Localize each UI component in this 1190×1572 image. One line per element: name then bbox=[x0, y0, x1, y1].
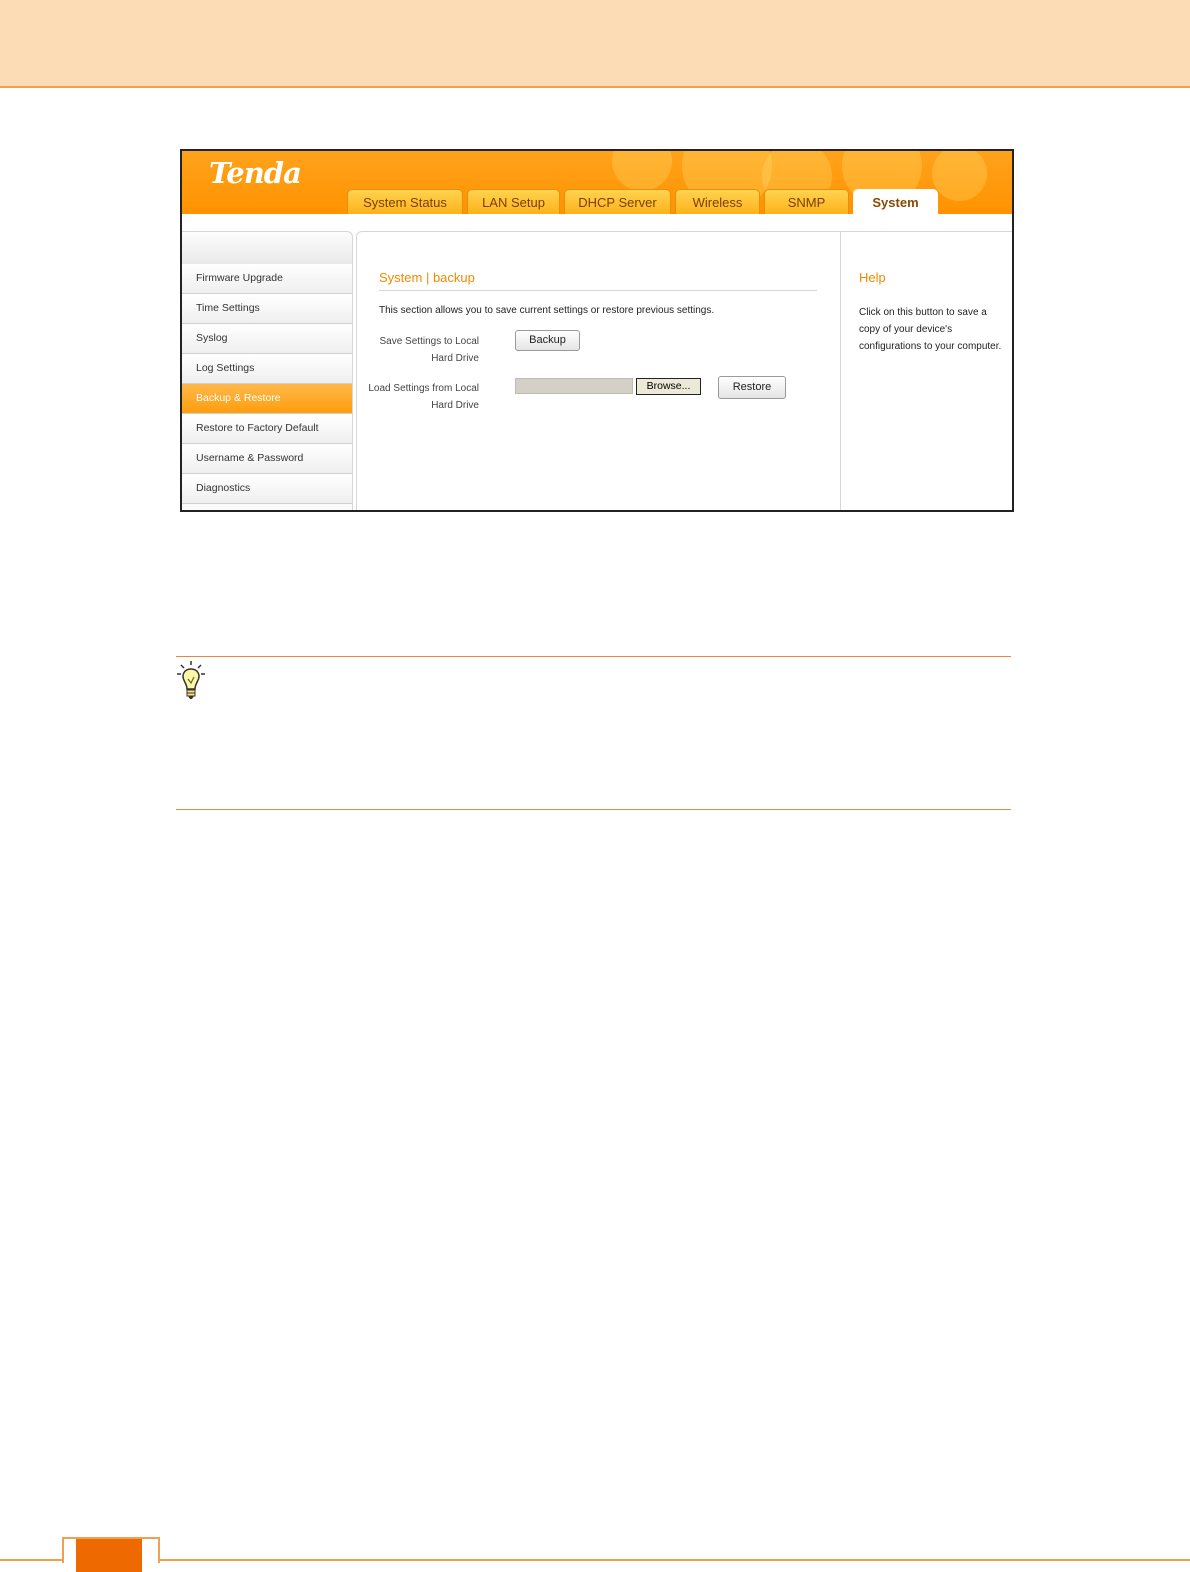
main-nav-tabs: System Status LAN Setup DHCP Server Wire… bbox=[347, 189, 942, 214]
tip-box-bottom-rule bbox=[176, 809, 1011, 810]
sidebar-item-time-settings[interactable]: Time Settings bbox=[182, 294, 352, 324]
sidebar-item-username-password[interactable]: Username & Password bbox=[182, 444, 352, 474]
sidebar-item-restore-factory-default[interactable]: Restore to Factory Default bbox=[182, 414, 352, 444]
footer-rule bbox=[0, 1559, 1190, 1561]
page-title: System | backup bbox=[379, 270, 817, 291]
tip-box-top-rule bbox=[176, 656, 1011, 657]
sidebar-item-backup-restore[interactable]: Backup & Restore bbox=[182, 384, 352, 414]
tab-system[interactable]: System bbox=[853, 189, 938, 214]
footer-page-tab bbox=[76, 1539, 142, 1572]
tab-wireless[interactable]: Wireless bbox=[675, 189, 760, 214]
tab-snmp[interactable]: SNMP bbox=[764, 189, 849, 214]
tab-lan-setup[interactable]: LAN Setup bbox=[467, 189, 560, 214]
tab-dhcp-server[interactable]: DHCP Server bbox=[564, 189, 671, 214]
save-settings-label-line1: Save Settings to Local bbox=[379, 336, 479, 347]
save-settings-label-line2: Hard Drive bbox=[431, 353, 479, 364]
backup-button[interactable]: Backup bbox=[515, 330, 580, 351]
help-text: Click on this button to save a copy of y… bbox=[859, 307, 1002, 352]
router-ui-screenshot: Tenda System Status LAN Setup DHCP Serve… bbox=[180, 149, 1014, 512]
browse-button[interactable]: Browse... bbox=[636, 378, 701, 395]
sidebar-item-firmware-upgrade[interactable]: Firmware Upgrade bbox=[182, 264, 352, 294]
tab-system-status[interactable]: System Status bbox=[347, 189, 463, 214]
sidebar-item-syslog[interactable]: Syslog bbox=[182, 324, 352, 354]
decor-bubble bbox=[612, 151, 672, 191]
sidebar: Firmware Upgrade Time Settings Syslog Lo… bbox=[182, 231, 353, 510]
tenda-logo: Tenda bbox=[209, 156, 302, 190]
load-settings-label: Load Settings from Local Hard Drive bbox=[361, 380, 479, 414]
help-panel: Help Click on this button to save a copy… bbox=[839, 231, 1012, 510]
main-panel: System | backup This section allows you … bbox=[356, 231, 841, 510]
sidebar-item-log-settings[interactable]: Log Settings bbox=[182, 354, 352, 384]
load-settings-label-line1: Load Settings from Local bbox=[368, 383, 479, 394]
top-banner: Tenda System Status LAN Setup DHCP Serve… bbox=[182, 151, 1012, 214]
restore-button[interactable]: Restore bbox=[718, 376, 786, 399]
document-header-band bbox=[0, 0, 1190, 88]
content-area: Firmware Upgrade Time Settings Syslog Lo… bbox=[182, 214, 1012, 510]
sidebar-item-diagnostics[interactable]: Diagnostics bbox=[182, 474, 352, 504]
save-settings-label: Save Settings to Local Hard Drive bbox=[361, 333, 479, 367]
section-description: This section allows you to save current … bbox=[379, 305, 715, 316]
file-path-input[interactable] bbox=[515, 378, 633, 394]
load-settings-label-line2: Hard Drive bbox=[431, 400, 479, 411]
lightbulb-icon bbox=[177, 661, 205, 699]
sidebar-header bbox=[182, 232, 352, 264]
help-title: Help bbox=[859, 270, 886, 285]
